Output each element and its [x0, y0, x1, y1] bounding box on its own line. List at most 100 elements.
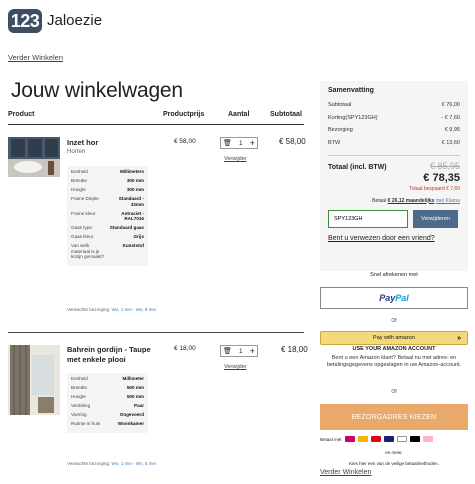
spec-value: Ongevoerd [119, 411, 144, 417]
product-image-hor[interactable] [8, 137, 60, 177]
total-price: € 78,35 [423, 171, 460, 184]
header-quantity: Aantal [228, 111, 250, 118]
klarna-pre: Betaal [372, 197, 387, 204]
pay-with-label: Betaal met [320, 436, 342, 442]
more-methods: en meer. [385, 450, 403, 455]
spec-value: Antraciet - RAL7016 [121, 210, 144, 222]
quantity-value[interactable]: 1 [239, 140, 243, 147]
header-price: Productprijs [163, 111, 205, 118]
summary-divider [328, 154, 460, 156]
spec-table: Eenheid Millimeter Breedte 500 mm Hoogte 50… [67, 373, 148, 433]
page-title: Jouw winkelwagen [11, 79, 183, 102]
header-divider [8, 124, 304, 125]
remove-coupon-button[interactable]: Verwijderen [413, 209, 458, 228]
paypal-logo-1: Pay [379, 293, 396, 303]
spec-key: Van welk materiaal is je kozijn gemaakt? [71, 243, 105, 260]
paypal-small-icon [396, 436, 407, 442]
order-summary: Samenvatting Subtotaal € 76,00 Korting(SP… [320, 81, 468, 271]
delivery-label: Verwachte bezorging: [67, 461, 111, 466]
spec-value: Standaard gaas [109, 225, 144, 231]
header-product: Product [8, 111, 35, 118]
quantity-stepper[interactable]: 🗑 1 + [220, 345, 258, 357]
product-price: € 58,00 [174, 138, 196, 145]
summary-value: € 76,00 [441, 102, 460, 108]
continue-shopping-link[interactable]: Verder Winkelen [8, 53, 63, 62]
klarna-amount[interactable]: € 26,12 maandelijks [388, 198, 435, 204]
klarna-link[interactable]: met Klarna [436, 198, 460, 204]
spec-value: Woonkamer [117, 420, 144, 426]
referral-link[interactable]: Bent u verwezen door een vriend? [328, 235, 460, 242]
spec-key: Gaas type [71, 225, 92, 231]
item-divider [8, 332, 304, 333]
trash-icon[interactable]: 🗑 [223, 347, 232, 355]
spec-value: Grijs [133, 234, 144, 240]
spec-value: 500 mm [126, 393, 144, 399]
payment-methods: Betaal met [320, 436, 468, 442]
visa-icon [383, 436, 394, 442]
header-subtotal: Subtotaal [270, 111, 302, 118]
summary-value: - € 7,60 [441, 114, 460, 121]
double-chevron-icon: » [457, 334, 461, 342]
product-price: € 18,00 [174, 345, 196, 352]
paypal-logo-2: Pal [395, 293, 409, 303]
spec-value: Millimeters [120, 169, 144, 174]
product-image-gordijn[interactable] [8, 345, 60, 415]
logo-badge[interactable]: 123 [8, 9, 42, 33]
spec-key: Hoogte [71, 393, 86, 399]
summary-label: Korting(SPY123GH) [328, 114, 378, 121]
trash-icon[interactable]: 🗑 [223, 139, 232, 147]
or-separator: Of [391, 389, 397, 395]
delivery-estimate: Verwachte bezorging: Wo, 1 mei - Wo, 8 m… [67, 307, 156, 312]
spec-key: Gaas kleur [71, 234, 94, 240]
bancontact-icon [357, 436, 368, 442]
klarna-icon [422, 436, 433, 442]
summary-value: € 9,95 [444, 127, 460, 133]
choose-address-button[interactable]: BEZORGADRES KIEZEN [320, 404, 468, 430]
product-name[interactable]: Bahrein gordijn - Taupe met enkele plooi [67, 345, 159, 365]
spec-value: 300 mm [126, 186, 144, 192]
quantity-stepper[interactable]: 🗑 1 + [220, 137, 258, 149]
delivery-label: Verwachte bezorging: [67, 307, 111, 312]
plus-icon[interactable]: + [250, 138, 255, 148]
remove-link[interactable]: Verwijder [224, 364, 247, 370]
plus-icon[interactable]: + [250, 346, 255, 356]
spec-table: Eenheid Millimeters Breedte 300 mm Hoogte 3… [67, 166, 148, 267]
product-name[interactable]: Inzet hor [67, 138, 98, 148]
old-total-price: € 85,95 [429, 160, 460, 171]
delivery-date: Wo, 1 mei - Wo, 8 mei [111, 461, 156, 466]
summary-label: Subtotaal [328, 102, 352, 108]
apple-pay-icon [409, 436, 420, 442]
amazon-description: Bent u een Amazon klant? Betaal nu met a… [326, 355, 462, 369]
or-separator: Of [391, 318, 397, 324]
spec-value: Paar [134, 402, 144, 408]
spec-key: Breedte [71, 177, 88, 183]
remove-link[interactable]: Verwijder [224, 156, 247, 162]
summary-title: Samenvatting [328, 87, 374, 94]
spec-key: Hoogte [71, 186, 86, 192]
quantity-value[interactable]: 1 [239, 348, 243, 355]
logo-text: Jaloezie [47, 12, 103, 29]
spec-key: Frame kleur [71, 210, 96, 216]
coupon-input[interactable] [328, 209, 408, 228]
klarna-info[interactable]: Betaal € 26,12 maandelijks met Klarna [328, 198, 460, 204]
total-label: Totaal (incl. BTW) [328, 163, 387, 171]
amazon-pay-button[interactable]: Pay with amazon » [320, 331, 468, 345]
continue-shopping-bottom-link[interactable]: Verder Winkelen [320, 469, 371, 476]
spec-value: Millimeter [122, 376, 144, 381]
amazon-account-label: USE YOUR AMAZON ACCOUNT [352, 346, 436, 352]
spec-value: 500 mm [126, 384, 144, 390]
spec-key: Eenheid [71, 376, 88, 381]
ideal-icon [344, 436, 355, 442]
spec-key: Eenheid [71, 169, 88, 174]
paypal-button[interactable]: Pay Pal [320, 287, 468, 309]
spec-key: Ruimte in huis [71, 420, 101, 426]
summary-label: BTW [328, 139, 341, 146]
spec-key: Verdeling [71, 402, 91, 408]
total-saved: Totaal bespaard € 7,60 [409, 185, 460, 192]
delivery-estimate: Verwachte bezorging: Wo, 1 mei - Wo, 8 m… [67, 461, 156, 466]
item-subtotal: € 58,00 [279, 137, 306, 146]
summary-label: Bezorging [328, 127, 353, 133]
item-subtotal: € 18,00 [281, 345, 308, 354]
mastercard-icon [370, 436, 381, 442]
spec-key: Frame Diepte [71, 195, 99, 201]
